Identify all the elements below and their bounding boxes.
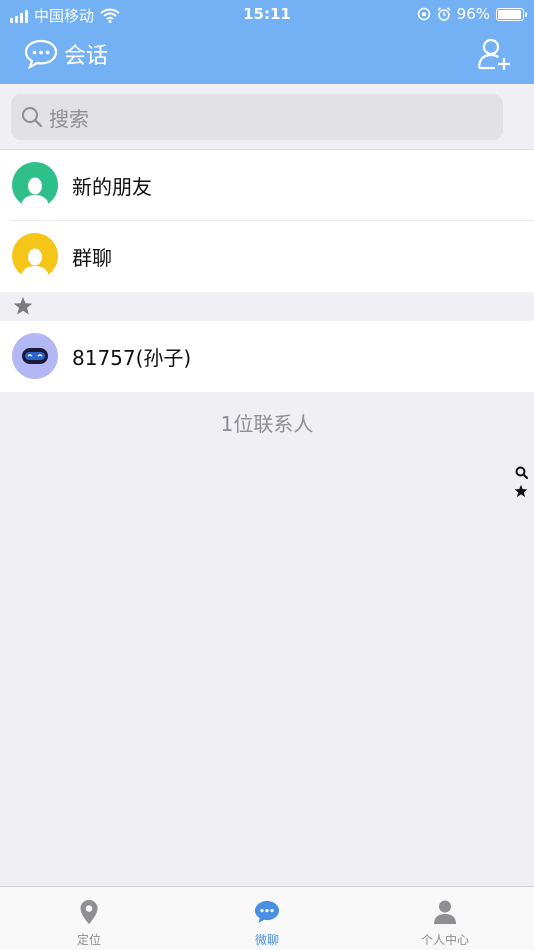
tab-profile[interactable]: 个人中心 xyxy=(356,887,534,950)
tab-profile-label: 个人中心 xyxy=(420,933,469,947)
contact-avatar xyxy=(12,333,58,379)
battery-percent: 96% xyxy=(456,5,490,23)
group-chat-item[interactable]: 群聊 xyxy=(0,221,534,292)
navigation-bar: 会话 xyxy=(0,28,534,84)
user-icon xyxy=(434,900,456,924)
tab-chat[interactable]: 微聊 xyxy=(178,887,356,950)
contact-count: 1位联系人 xyxy=(220,412,314,436)
robot-icon xyxy=(22,348,48,364)
search-input[interactable]: 搜索 xyxy=(11,94,503,140)
section-index-bar[interactable] xyxy=(513,466,529,498)
new-friends-avatar xyxy=(12,162,58,208)
alarm-icon xyxy=(437,7,451,21)
add-friend-icon xyxy=(477,38,510,70)
page-title: 会话 xyxy=(64,44,109,69)
function-list: 新的朋友 群聊 xyxy=(0,150,534,292)
person-icon xyxy=(21,248,49,279)
tab-chat-label: 微聊 xyxy=(254,933,279,947)
section-header-starred xyxy=(0,292,534,321)
contact-item[interactable]: 81757(孙子) xyxy=(0,321,534,392)
group-chat-label: 群聊 xyxy=(72,246,112,270)
tab-location-label: 定位 xyxy=(76,933,101,947)
search-area: 搜索 xyxy=(0,84,534,150)
location-pin-icon xyxy=(80,900,98,924)
add-friend-button[interactable] xyxy=(476,36,512,72)
new-friends-item[interactable]: 新的朋友 xyxy=(0,150,534,221)
new-friends-label: 新的朋友 xyxy=(72,175,152,199)
group-chat-avatar xyxy=(12,233,58,279)
person-icon xyxy=(21,177,49,208)
contacts-list: 81757(孙子) xyxy=(0,321,534,392)
chat-icon xyxy=(255,901,279,923)
status-bar: 中国移动 15:11 96% xyxy=(0,0,534,28)
contact-name: 81757(孙子) xyxy=(72,346,192,370)
battery-level xyxy=(498,9,522,19)
orientation-lock-icon xyxy=(417,7,430,21)
tab-bar: 定位 微聊 个人中心 xyxy=(0,886,534,950)
battery-icon xyxy=(496,7,527,21)
search-placeholder: 搜索 xyxy=(49,106,89,131)
search-icon xyxy=(22,107,43,128)
star-icon[interactable] xyxy=(514,484,528,498)
search-icon[interactable] xyxy=(515,466,528,479)
top-bar: 中国移动 15:11 96% 会话 xyxy=(0,0,534,84)
star-icon xyxy=(13,297,33,315)
chat-bubbles-icon xyxy=(24,39,58,70)
tab-location[interactable]: 定位 xyxy=(0,887,178,950)
